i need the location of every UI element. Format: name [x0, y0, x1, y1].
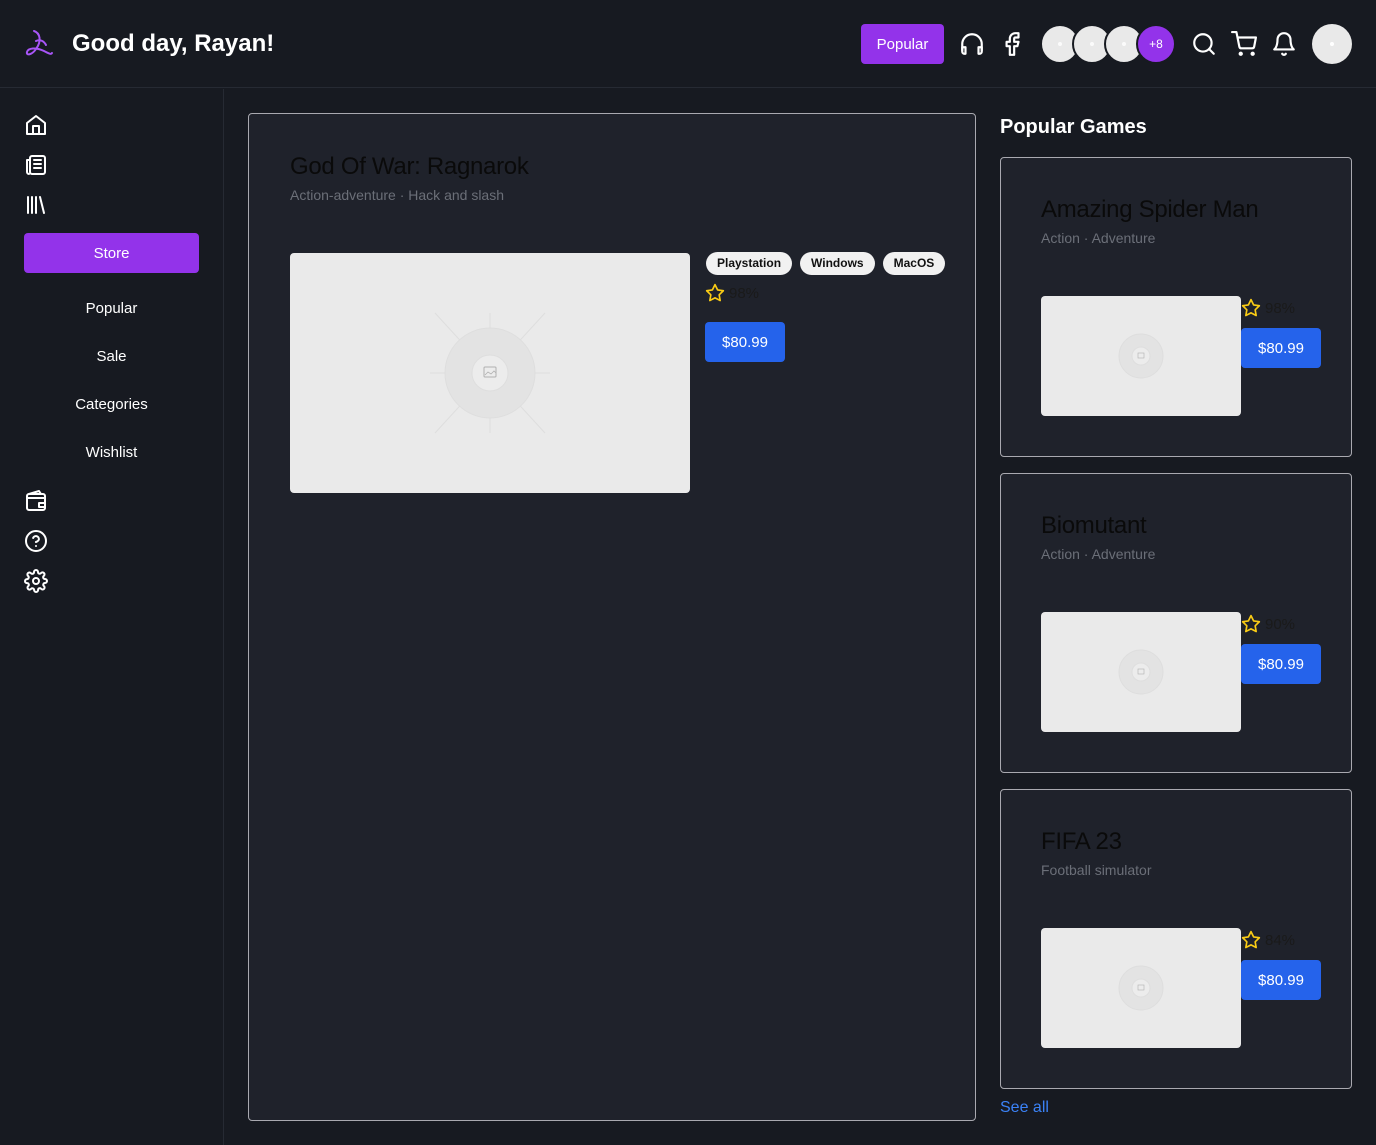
popular-game-card[interactable]: Biomutant Action · Adventure 90% $80.99: [1000, 473, 1352, 773]
headphones-icon[interactable]: [959, 31, 985, 57]
image-placeholder-icon: [1118, 333, 1164, 379]
image-placeholder-icon: [1118, 965, 1164, 1011]
game-genre: Action · Adventure: [1041, 230, 1156, 246]
game-rating: 90%: [1241, 614, 1295, 634]
help-icon[interactable]: [24, 529, 48, 553]
star-icon: [705, 283, 725, 302]
sidebar-item-categories[interactable]: Categories: [24, 396, 199, 413]
image-placeholder-icon: [430, 312, 550, 434]
top-header: Good day, Rayan! Popular +8: [0, 0, 1376, 88]
image-placeholder-icon: [1118, 649, 1164, 695]
friends-avatar-group[interactable]: +8: [1040, 24, 1180, 64]
notification-bell-icon[interactable]: [1271, 31, 1297, 57]
brand-logo-icon[interactable]: [22, 27, 56, 61]
game-title: Amazing Spider Man: [1041, 196, 1259, 223]
star-icon: [1241, 614, 1261, 633]
avatar-more-count[interactable]: +8: [1136, 24, 1176, 64]
news-icon[interactable]: [24, 153, 48, 177]
featured-game-title: God Of War: Ragnarok: [290, 153, 529, 180]
game-genre: Football simulator: [1041, 862, 1152, 878]
game-price-button[interactable]: $80.99: [1241, 328, 1321, 368]
settings-gear-icon[interactable]: [24, 569, 48, 593]
sidebar-item-wishlist[interactable]: Wishlist: [24, 444, 199, 461]
facebook-icon[interactable]: [999, 31, 1025, 57]
platform-tag-windows[interactable]: Windows: [800, 252, 875, 275]
popular-game-card[interactable]: Amazing Spider Man Action · Adventure 98…: [1000, 157, 1352, 457]
store-button[interactable]: Store: [24, 233, 199, 273]
game-price-button[interactable]: $80.99: [1241, 644, 1321, 684]
game-image: [1041, 928, 1241, 1048]
wallet-icon[interactable]: [24, 489, 48, 513]
popular-game-card[interactable]: FIFA 23 Football simulator 84% $80.99: [1000, 789, 1352, 1089]
search-icon[interactable]: [1191, 31, 1217, 57]
sidebar-item-sale[interactable]: Sale: [24, 348, 199, 365]
rating-value: 98%: [1265, 299, 1296, 317]
platform-tag-macos[interactable]: MacOS: [882, 252, 946, 275]
game-price-button[interactable]: $80.99: [1241, 960, 1321, 1000]
greeting-title: Good day, Rayan!: [72, 30, 275, 57]
library-icon[interactable]: [24, 193, 48, 217]
popular-games-heading: Popular Games: [1000, 116, 1147, 138]
rating-value: 84%: [1265, 931, 1296, 949]
featured-game-card[interactable]: God Of War: Ragnarok Action-adventure · …: [248, 113, 976, 1121]
star-icon: [1241, 298, 1261, 317]
profile-avatar[interactable]: [1312, 24, 1352, 64]
rating-value: 98%: [729, 284, 760, 302]
see-all-link[interactable]: See all: [1000, 1099, 1049, 1117]
game-image: [1041, 612, 1241, 732]
rating-value: 90%: [1265, 615, 1296, 633]
featured-rating: 98%: [705, 283, 759, 303]
platform-tags: Playstation Windows MacOS: [706, 252, 946, 275]
game-title: Biomutant: [1041, 512, 1147, 539]
popular-button[interactable]: Popular: [861, 24, 944, 64]
game-title: FIFA 23: [1041, 828, 1122, 855]
featured-price-button[interactable]: $80.99: [705, 322, 785, 362]
platform-tag-playstation[interactable]: Playstation: [706, 252, 793, 275]
featured-game-image: [290, 253, 690, 493]
game-rating: 84%: [1241, 930, 1295, 950]
game-image: [1041, 296, 1241, 416]
sidebar-item-popular[interactable]: Popular: [24, 300, 199, 317]
cart-icon[interactable]: [1231, 31, 1257, 57]
featured-game-genre: Action-adventure · Hack and slash: [290, 187, 504, 203]
game-genre: Action · Adventure: [1041, 546, 1156, 562]
home-icon[interactable]: [24, 113, 48, 137]
sidebar: Store Popular Sale Categories Wishlist: [0, 89, 224, 1145]
game-rating: 98%: [1241, 298, 1295, 318]
star-icon: [1241, 930, 1261, 949]
